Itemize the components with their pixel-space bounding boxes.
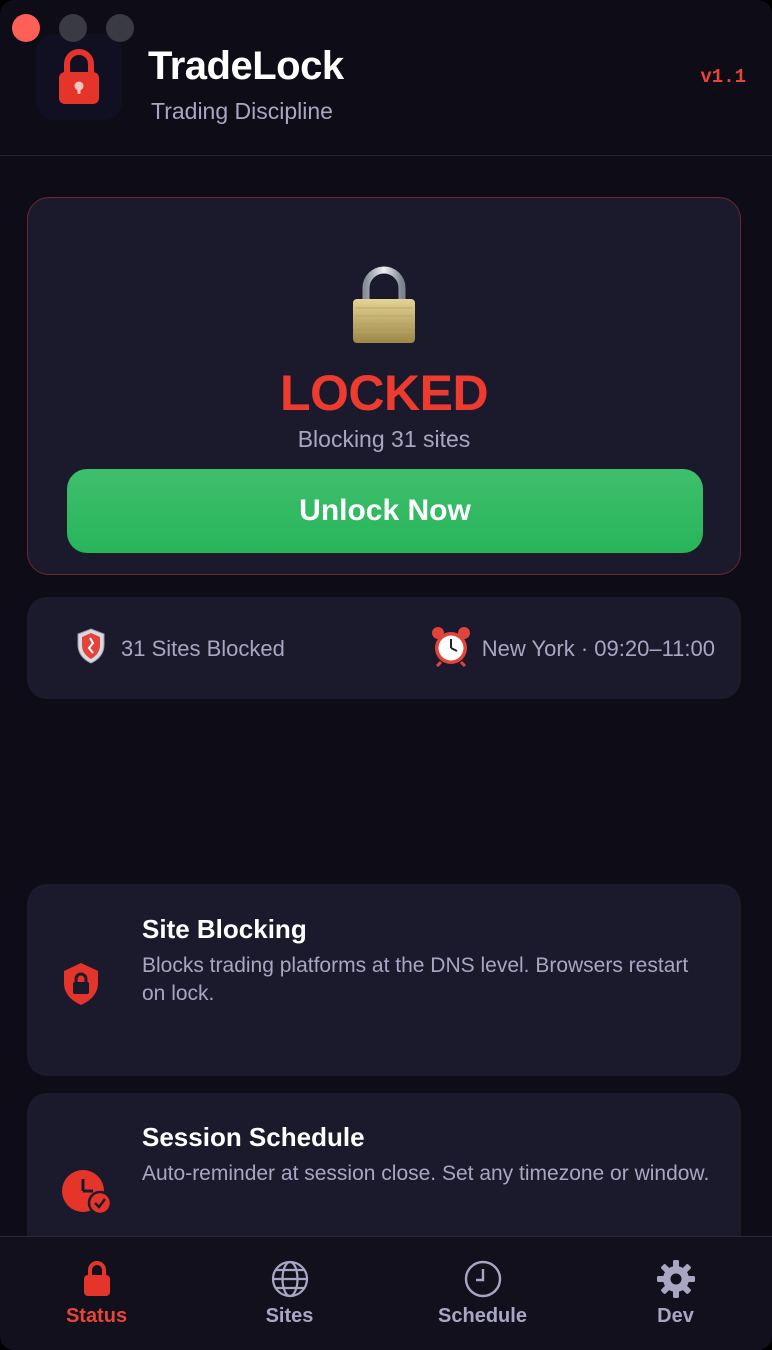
lock-icon	[75, 1257, 119, 1301]
clock-check-icon	[61, 1169, 113, 1220]
tab-label: Status	[65, 1305, 128, 1327]
app-title: TradeLock	[148, 44, 344, 88]
padlock-icon	[349, 266, 419, 351]
info-bar: 31 Sites Blocked New York · 09:20–11:00	[27, 597, 741, 699]
tab-dev[interactable]: Dev	[579, 1237, 772, 1350]
feature-description: Auto-reminder at session close. Set any …	[142, 1162, 710, 1185]
clock-icon	[461, 1257, 505, 1301]
tab-status[interactable]: Status	[0, 1237, 193, 1350]
maximize-window-button[interactable]	[106, 14, 134, 42]
schedule-info: New York · 09:20–11:00	[430, 625, 715, 672]
gear-icon	[654, 1257, 698, 1301]
feature-title: Session Schedule	[142, 1122, 365, 1152]
unlock-now-button[interactable]: Unlock Now	[67, 469, 703, 553]
feature-description: Blocks trading platforms at the DNS leve…	[142, 954, 689, 1005]
sites-blocked-text: 31 Sites Blocked	[121, 635, 285, 661]
bottom-tab-bar: Status Sites Schedule Dev	[0, 1236, 772, 1350]
status-card: LOCKED Blocking 31 sites Unlock Now	[27, 197, 741, 575]
schedule-text: New York · 09:20–11:00	[481, 635, 715, 661]
feature-title: Site Blocking	[142, 914, 307, 944]
alarm-clock-icon	[430, 625, 472, 672]
app-logo	[36, 34, 122, 120]
window-controls	[12, 14, 134, 42]
app-subtitle: Trading Discipline	[151, 98, 333, 124]
sites-blocked-info: 31 Sites Blocked	[75, 627, 285, 670]
tab-schedule[interactable]: Schedule	[386, 1237, 579, 1350]
version-label: v1.1	[700, 66, 746, 88]
tab-label: Sites	[265, 1305, 314, 1327]
app-window: TradeLock Trading Discipline v1.1 LOCKED…	[0, 0, 772, 1350]
tab-label: Schedule	[438, 1305, 527, 1327]
feature-card-site-blocking: Site Blocking Blocks trading platforms a…	[27, 884, 741, 1076]
lock-state-label: LOCKED	[279, 365, 489, 421]
close-window-button[interactable]	[12, 14, 40, 42]
blocking-count-text: Blocking 31 sites	[297, 426, 471, 452]
minimize-window-button[interactable]	[59, 14, 87, 42]
tab-label: Dev	[657, 1305, 694, 1327]
shield-lock-icon	[61, 962, 101, 1011]
globe-icon	[268, 1257, 312, 1301]
tab-sites[interactable]: Sites	[193, 1237, 386, 1350]
lock-icon	[59, 49, 99, 104]
shield-icon	[75, 627, 107, 670]
